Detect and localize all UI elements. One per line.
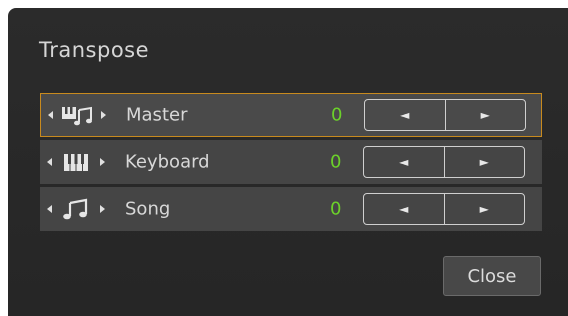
row-label: Song xyxy=(125,198,171,220)
dialog-title: Transpose xyxy=(39,38,150,62)
increase-button[interactable]: ► xyxy=(443,194,525,224)
transpose-dialog: Transpose Master 0 ◄ ► Keyboard 0 ◄ ► So… xyxy=(8,8,568,316)
keyboard-icon xyxy=(57,150,95,174)
row-value: 0 xyxy=(331,104,343,126)
increase-button[interactable]: ► xyxy=(444,100,526,130)
row-song[interactable]: Song 0 ◄ ► xyxy=(40,187,542,231)
song-stepper[interactable]: ◄ ► xyxy=(363,193,525,225)
row-label: Master xyxy=(126,104,188,126)
arrow-left-icon xyxy=(48,111,53,119)
arrow-right-icon xyxy=(100,158,105,166)
master-stepper[interactable]: ◄ ► xyxy=(364,99,526,131)
song-icon xyxy=(57,197,95,221)
row-master[interactable]: Master 0 ◄ ► xyxy=(40,93,542,137)
row-keyboard[interactable]: Keyboard 0 ◄ ► xyxy=(40,140,542,184)
row-label: Keyboard xyxy=(125,151,210,173)
master-icon xyxy=(58,103,96,127)
keyboard-stepper[interactable]: ◄ ► xyxy=(363,146,525,178)
arrow-right-icon xyxy=(101,111,106,119)
close-button[interactable]: Close xyxy=(443,256,541,296)
decrease-button[interactable]: ◄ xyxy=(364,147,444,177)
arrow-right-icon xyxy=(100,205,105,213)
arrow-left-icon xyxy=(47,158,52,166)
decrease-button[interactable]: ◄ xyxy=(365,100,445,130)
arrow-left-icon xyxy=(47,205,52,213)
row-value: 0 xyxy=(330,198,342,220)
decrease-button[interactable]: ◄ xyxy=(364,194,444,224)
row-value: 0 xyxy=(330,151,342,173)
increase-button[interactable]: ► xyxy=(443,147,525,177)
